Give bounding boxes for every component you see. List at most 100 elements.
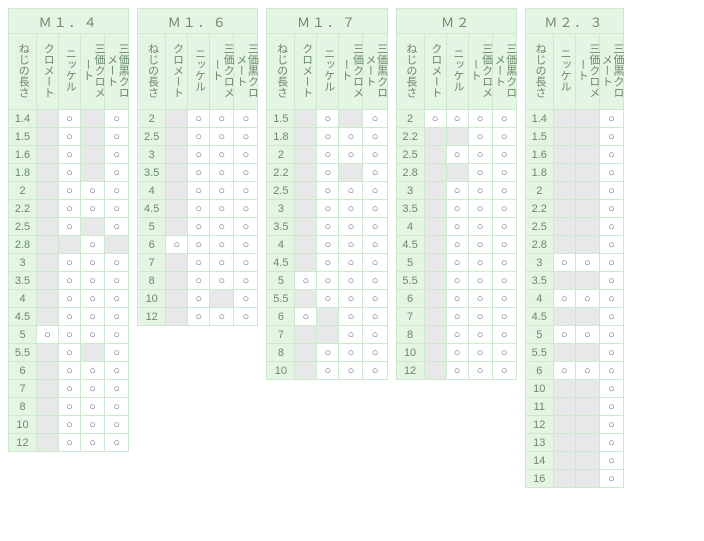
table-row: 13○: [525, 434, 623, 452]
available-cell: ○: [59, 110, 81, 128]
available-cell: ○: [317, 272, 339, 290]
available-cell: ○: [210, 164, 234, 182]
table-row: 4.5○: [525, 308, 623, 326]
available-cell: ○: [446, 290, 468, 308]
length-cell: 3: [525, 254, 553, 272]
available-cell: ○: [339, 128, 363, 146]
unavailable-cell: [166, 164, 188, 182]
unavailable-cell: [424, 326, 446, 344]
length-cell: 2: [525, 182, 553, 200]
length-cell: 4: [396, 218, 424, 236]
length-cell: 7: [9, 380, 37, 398]
column-header-finish: ニッケル: [188, 34, 210, 110]
available-cell: ○: [295, 272, 317, 290]
length-cell: 2.5: [9, 218, 37, 236]
length-cell: 2: [9, 182, 37, 200]
length-cell: 16: [525, 470, 553, 488]
available-cell: ○: [339, 326, 363, 344]
column-header-finish: ニッケル: [446, 34, 468, 110]
length-cell: 5.5: [525, 344, 553, 362]
available-cell: ○: [188, 308, 210, 326]
table-row: 2.5○○○: [138, 128, 258, 146]
table-row: 5.5○○○: [396, 272, 516, 290]
available-cell: ○: [468, 308, 492, 326]
length-cell: 8: [267, 344, 295, 362]
available-cell: ○: [234, 200, 258, 218]
column-header-finish: 三価クロメート: [468, 34, 492, 110]
column-header-finish: クロメート: [166, 34, 188, 110]
unavailable-cell: [295, 146, 317, 164]
length-cell: 5.5: [267, 290, 295, 308]
available-cell: ○: [599, 344, 623, 362]
table-row: 1.8○○○: [267, 128, 387, 146]
available-cell: ○: [59, 218, 81, 236]
length-cell: 1.5: [525, 128, 553, 146]
length-cell: 14: [525, 452, 553, 470]
available-cell: ○: [105, 434, 129, 452]
unavailable-cell: [339, 164, 363, 182]
available-cell: ○: [339, 146, 363, 164]
unavailable-cell: [210, 290, 234, 308]
row-header-length: ねじの長さ: [396, 34, 424, 110]
available-cell: ○: [599, 110, 623, 128]
column-header-finish: ニッケル: [553, 34, 575, 110]
unavailable-cell: [37, 110, 59, 128]
available-cell: ○: [234, 110, 258, 128]
available-cell: ○: [105, 398, 129, 416]
available-cell: ○: [59, 254, 81, 272]
available-cell: ○: [468, 200, 492, 218]
unavailable-cell: [37, 128, 59, 146]
available-cell: ○: [599, 182, 623, 200]
available-cell: ○: [492, 200, 516, 218]
available-cell: ○: [492, 164, 516, 182]
available-cell: ○: [210, 200, 234, 218]
unavailable-cell: [575, 218, 599, 236]
table-row: 4○○○: [267, 236, 387, 254]
length-cell: 2.2: [9, 200, 37, 218]
available-cell: ○: [468, 236, 492, 254]
unavailable-cell: [424, 128, 446, 146]
table-row: 4○○○: [396, 218, 516, 236]
available-cell: ○: [188, 182, 210, 200]
available-cell: ○: [446, 236, 468, 254]
available-cell: ○: [105, 110, 129, 128]
table-row: 1.6○○: [9, 146, 129, 164]
available-cell: ○: [363, 110, 387, 128]
unavailable-cell: [424, 362, 446, 380]
available-cell: ○: [317, 344, 339, 362]
available-cell: ○: [468, 128, 492, 146]
available-cell: ○: [363, 344, 387, 362]
available-cell: ○: [492, 344, 516, 362]
unavailable-cell: [166, 254, 188, 272]
length-cell: 3.5: [138, 164, 166, 182]
column-header-finish: 三価黒クロメート: [105, 34, 129, 110]
available-cell: ○: [317, 200, 339, 218]
available-cell: ○: [363, 146, 387, 164]
table-row: 3○○○: [138, 146, 258, 164]
length-cell: 4: [267, 236, 295, 254]
available-cell: ○: [81, 398, 105, 416]
unavailable-cell: [553, 218, 575, 236]
available-cell: ○: [363, 128, 387, 146]
available-cell: ○: [339, 236, 363, 254]
unavailable-cell: [553, 416, 575, 434]
unavailable-cell: [575, 128, 599, 146]
available-cell: ○: [59, 164, 81, 182]
table-row: 2.2○: [525, 200, 623, 218]
available-cell: ○: [81, 362, 105, 380]
available-cell: ○: [599, 164, 623, 182]
unavailable-cell: [553, 128, 575, 146]
available-cell: ○: [446, 110, 468, 128]
available-cell: ○: [81, 416, 105, 434]
available-cell: ○: [81, 200, 105, 218]
available-cell: ○: [317, 290, 339, 308]
table-row: 3○○○: [9, 254, 129, 272]
unavailable-cell: [37, 308, 59, 326]
available-cell: ○: [553, 290, 575, 308]
length-cell: 4: [138, 182, 166, 200]
available-cell: ○: [105, 380, 129, 398]
table-row: 2○○○: [9, 182, 129, 200]
unavailable-cell: [553, 182, 575, 200]
unavailable-cell: [37, 146, 59, 164]
unavailable-cell: [295, 290, 317, 308]
